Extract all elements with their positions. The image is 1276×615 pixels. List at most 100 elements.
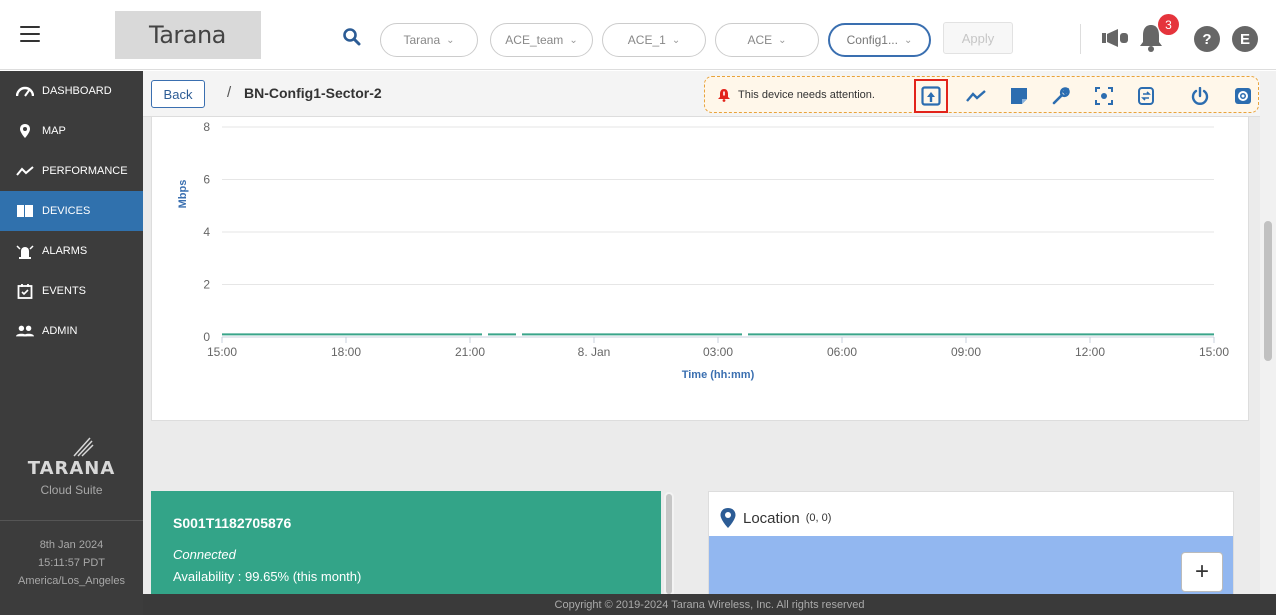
sidebar-item-admin[interactable]: ADMIN — [0, 311, 143, 351]
breadcrumb: Back / BN-Config1-Sector-2 This device n… — [143, 71, 1260, 117]
sidebar-item-label: DEVICES — [42, 205, 91, 217]
map-pin-icon — [16, 122, 34, 140]
top-bar: Tarana Tarana ⌄ ACE_team ⌄ ACE_1 ⌄ ACE ⌄ Con… — [0, 0, 1276, 70]
scrollbar-thumb[interactable] — [1264, 221, 1272, 361]
x-tick-label: 8. Jan — [578, 345, 611, 359]
chevron-down-icon: ⌄ — [446, 34, 455, 46]
zoom-in-button[interactable]: + — [1181, 552, 1223, 592]
y-tick-label: 4 — [203, 225, 210, 239]
filter-chip-ace-team[interactable]: ACE_team ⌄ — [490, 23, 593, 57]
logo-suite: Cloud Suite — [40, 483, 103, 497]
device-availability: Availability : 99.65% (this month) — [173, 569, 362, 584]
sidebar-item-map[interactable]: MAP — [0, 111, 143, 151]
x-tick-label: 06:00 — [827, 345, 857, 359]
location-label: Location — [743, 509, 800, 527]
sidebar-item-dashboard[interactable]: DASHBOARD — [0, 71, 143, 111]
alarm-icon — [16, 242, 34, 260]
back-button[interactable]: Back — [151, 80, 205, 108]
y-tick-label: 0 — [203, 330, 210, 344]
sidebar-item-devices[interactable]: DEVICES — [0, 191, 143, 231]
performance-chart-icon[interactable] — [965, 85, 987, 107]
announcement-icon[interactable] — [1100, 26, 1130, 50]
sidebar-item-label: PERFORMANCE — [42, 165, 128, 177]
location-title: Location (0, 0) — [719, 507, 831, 529]
performance-icon — [16, 162, 34, 180]
sidebar-item-label: ADMIN — [42, 325, 78, 337]
breadcrumb-separator: / — [227, 84, 232, 101]
main-content: Back / BN-Config1-Sector-2 This device n… — [143, 71, 1260, 594]
device-connection-status: Connected — [173, 547, 236, 562]
chevron-down-icon: ⌄ — [778, 34, 787, 46]
chevron-down-icon: ⌄ — [903, 34, 913, 46]
wrench-icon[interactable] — [1050, 85, 1072, 107]
x-tick-label: 21:00 — [455, 345, 485, 359]
filter-label: ACE_team — [505, 33, 564, 47]
calendar-icon — [16, 282, 34, 300]
attention-toolbar: This device needs attention. — [704, 76, 1259, 113]
x-tick-label: 15:00 — [207, 345, 237, 359]
filter-chip-config[interactable]: Config1... ⌄ — [828, 23, 931, 57]
clock-date: 8th Jan 2024 — [39, 539, 104, 551]
search-icon[interactable] — [343, 28, 361, 46]
notes-icon[interactable] — [1008, 85, 1030, 107]
clock-timezone: America/Los_Angeles — [17, 575, 125, 587]
filter-chip-ace-1[interactable]: ACE_1 ⌄ — [602, 23, 706, 57]
sidebar-item-performance[interactable]: PERFORMANCE — [0, 151, 143, 191]
location-map[interactable]: + — [709, 536, 1233, 594]
footer: Copyright © 2019-2024 Tarana Wireless, I… — [143, 594, 1276, 615]
notification-badge: 3 — [1158, 14, 1179, 35]
attention-message: This device needs attention. — [717, 88, 875, 102]
y-tick-label: 2 — [203, 278, 210, 292]
chart-svg: 0 2 4 6 8 15:00 18:00 21:00 8. Jan 03:00 06:00 09:0… — [177, 120, 1229, 381]
apply-button[interactable]: Apply — [943, 22, 1013, 54]
power-icon[interactable] — [1189, 85, 1211, 107]
clock-time: 15:11:57 PDT — [37, 557, 106, 569]
filter-label: Config1... — [846, 33, 898, 47]
page-scrollbar[interactable] — [1260, 71, 1276, 594]
sidebar-item-label: DASHBOARD — [42, 85, 112, 97]
throughput-chart: 0 2 4 6 8 15:00 18:00 21:00 8. Jan 03:00 06:00 09:0… — [151, 117, 1249, 421]
brand-logo[interactable]: Tarana — [115, 11, 261, 59]
filter-label: Tarana — [403, 33, 441, 47]
sync-icon[interactable] — [1135, 85, 1157, 107]
alert-bell-icon — [718, 89, 730, 102]
user-avatar[interactable]: E — [1232, 26, 1258, 52]
filter-label: ACE — [747, 33, 773, 47]
focus-icon[interactable] — [1093, 85, 1115, 107]
filter-chip-ace[interactable]: ACE ⌄ — [715, 23, 819, 57]
sidebar-item-alarms[interactable]: ALARMS — [0, 231, 143, 271]
y-tick-label: 8 — [203, 120, 210, 134]
x-tick-label: 15:00 — [1199, 345, 1229, 359]
y-tick-label: 6 — [203, 173, 210, 187]
device-status-card: S001T1182705876 Connected Availability :… — [151, 491, 661, 594]
card-scrollbar[interactable] — [664, 492, 674, 594]
location-pin-icon — [720, 508, 736, 528]
settings-icon[interactable] — [1232, 85, 1254, 107]
dashboard-icon — [16, 82, 34, 100]
tarana-cloud-logo: TARANA Cloud Suite — [0, 436, 143, 497]
device-serial: S001T1182705876 — [173, 515, 292, 531]
sidebar-item-label: ALARMS — [42, 245, 88, 257]
location-panel: Location (0, 0) + — [708, 491, 1234, 594]
logo-word: TARANA — [27, 458, 116, 479]
menu-icon[interactable] — [20, 26, 40, 42]
help-icon[interactable]: ? — [1194, 26, 1220, 52]
x-tick-label: 09:00 — [951, 345, 981, 359]
users-icon — [16, 322, 34, 340]
chevron-down-icon: ⌄ — [569, 34, 578, 46]
filter-chip-tarana[interactable]: Tarana ⌄ — [380, 23, 478, 57]
filter-label: ACE_1 — [627, 33, 666, 47]
sidebar: DASHBOARD MAP PERFORMANCE DEVICES ALARMS… — [0, 71, 143, 615]
sidebar-item-label: EVENTS — [42, 285, 87, 297]
sidebar-item-label: MAP — [42, 125, 66, 137]
y-axis-label: Mbps — [177, 180, 189, 209]
sidebar-item-events[interactable]: EVENTS — [0, 271, 143, 311]
x-tick-label: 03:00 — [703, 345, 733, 359]
x-tick-label: 18:00 — [331, 345, 361, 359]
chevron-down-icon: ⌄ — [671, 34, 681, 46]
divider — [0, 520, 143, 521]
devices-icon — [16, 202, 34, 220]
upload-config-icon[interactable] — [914, 79, 948, 113]
page-title: BN-Config1-Sector-2 — [244, 85, 382, 101]
clock: 8th Jan 2024 15:11:57 PDT America/Los_An… — [0, 536, 143, 590]
